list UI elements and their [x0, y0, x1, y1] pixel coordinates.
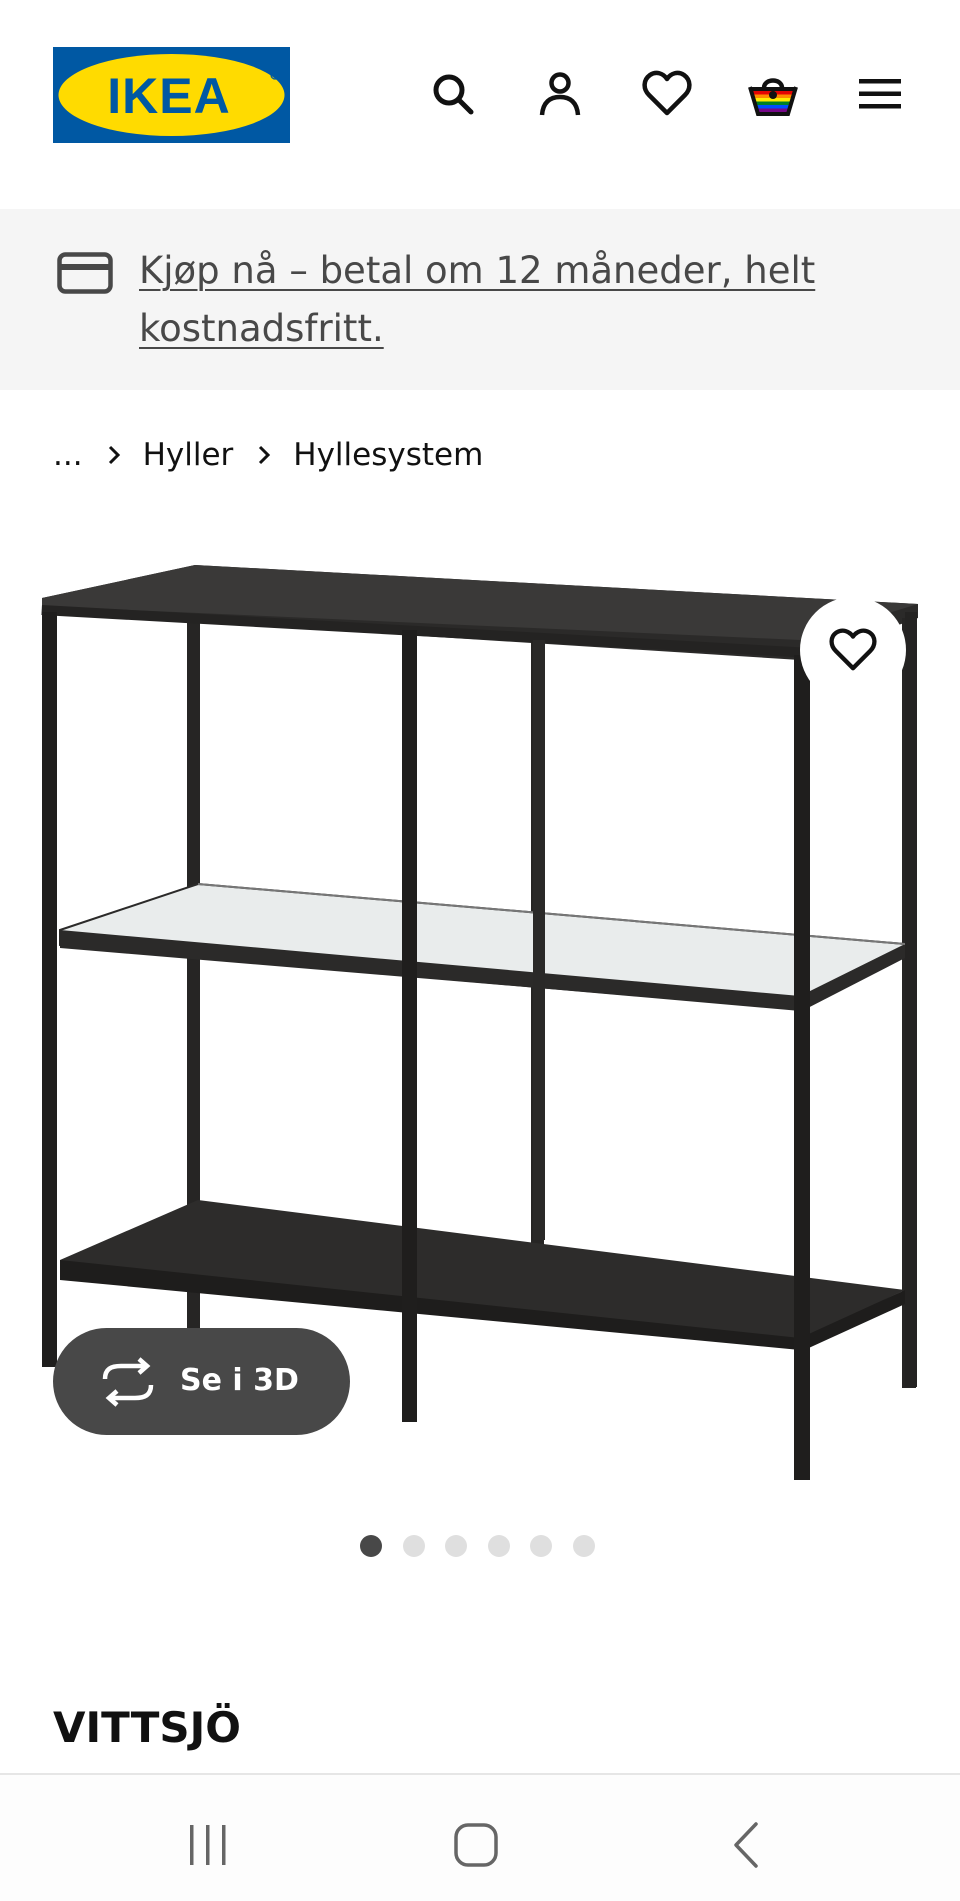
- basket-icon[interactable]: [745, 66, 801, 122]
- breadcrumb: ... Hyller Hyllesystem: [53, 430, 483, 480]
- account-icon[interactable]: [532, 66, 588, 122]
- search-icon[interactable]: [425, 66, 481, 122]
- rotate-icon: [99, 1357, 157, 1407]
- chevron-right-icon: [257, 444, 271, 466]
- carousel-dot-2[interactable]: [402, 1535, 425, 1557]
- menu-icon[interactable]: [852, 66, 908, 122]
- site-header: IKEA: [0, 0, 960, 209]
- carousel-dot-5[interactable]: [530, 1535, 552, 1557]
- promo-link[interactable]: Kjøp nå – betal om 12 måneder, helt kost…: [139, 242, 839, 358]
- ikea-logo[interactable]: IKEA: [53, 47, 290, 143]
- carousel-dot-4[interactable]: [487, 1535, 510, 1557]
- breadcrumb-item-hyllesystem[interactable]: Hyllesystem: [293, 437, 483, 473]
- product-title: VITTSJÖ: [53, 1703, 241, 1752]
- logo-text: IKEA: [107, 68, 230, 124]
- image-carousel-dots: [360, 1535, 595, 1559]
- carousel-dot-6[interactable]: [572, 1535, 595, 1557]
- credit-card-icon: [57, 252, 113, 294]
- recent-apps-icon[interactable]: [178, 1815, 238, 1875]
- home-icon[interactable]: [446, 1815, 506, 1875]
- back-icon[interactable]: [716, 1815, 776, 1875]
- chevron-right-icon: [107, 444, 121, 466]
- carousel-dot-1[interactable]: [360, 1535, 382, 1557]
- view-3d-label: Se i 3D: [180, 1363, 299, 1398]
- wishlist-icon[interactable]: [639, 66, 695, 122]
- view-3d-button[interactable]: Se i 3D: [53, 1328, 350, 1435]
- heart-icon: [829, 628, 877, 672]
- carousel-dot-3[interactable]: [445, 1535, 467, 1557]
- breadcrumb-ellipsis[interactable]: ...: [53, 437, 83, 473]
- favorite-button[interactable]: [800, 597, 906, 703]
- system-navigation-bar: [0, 1773, 960, 1901]
- breadcrumb-item-hyller[interactable]: Hyller: [143, 437, 234, 473]
